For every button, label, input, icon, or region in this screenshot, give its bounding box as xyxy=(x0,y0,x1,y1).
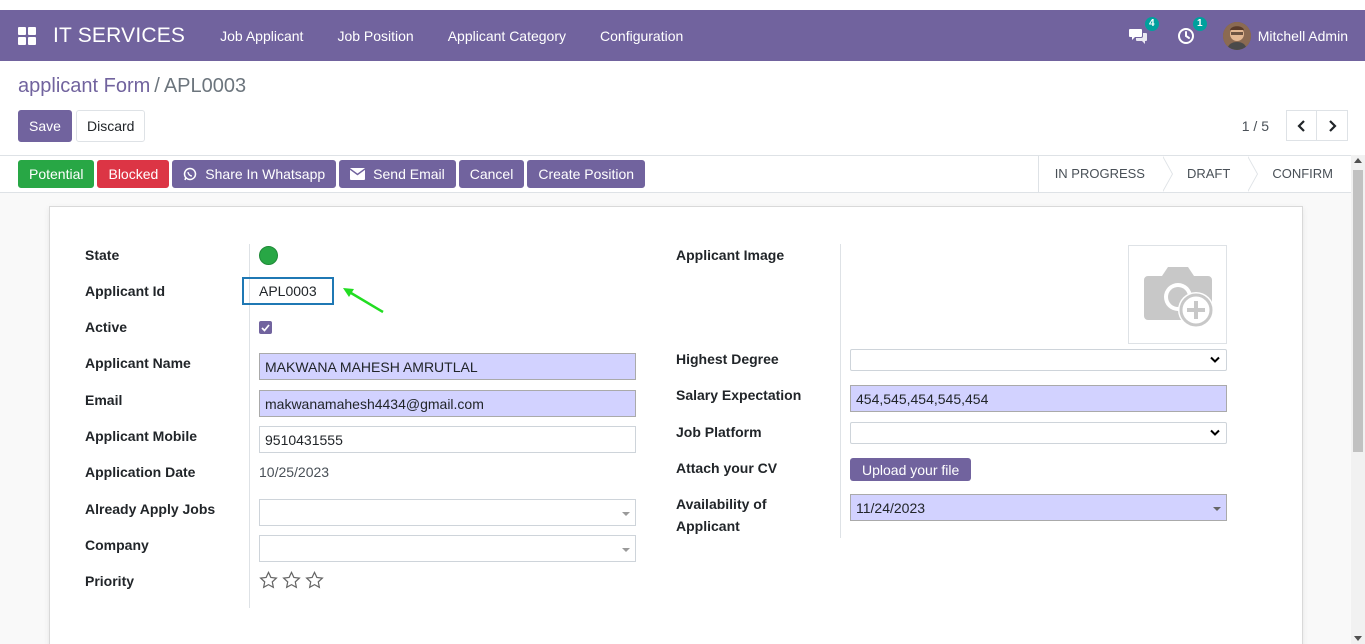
applicant-id-label: Applicant Id xyxy=(85,283,166,299)
email-input[interactable]: makwanamahesh4434@gmail.com xyxy=(259,390,636,417)
chevron-down-icon xyxy=(1210,356,1220,363)
pager-buttons xyxy=(1286,110,1348,141)
breadcrumb-parent-link[interactable]: applicant Form xyxy=(18,75,150,97)
applicant-name-input[interactable]: MAKWANA MAHESH AMRUTLAL xyxy=(259,353,636,380)
stage-draft[interactable]: DRAFT xyxy=(1163,156,1259,192)
messages-count-badge: 4 xyxy=(1144,16,1159,31)
applicant-mobile-input[interactable]: 9510431555 xyxy=(259,426,636,453)
create-position-button[interactable]: Create Position xyxy=(527,160,646,188)
pager-next-button[interactable] xyxy=(1317,110,1348,141)
form-statusbar: Potential Blocked Share In Whatsapp Send… xyxy=(0,155,1351,193)
applicant-image-upload[interactable] xyxy=(1128,245,1227,344)
save-button[interactable]: Save xyxy=(18,110,72,142)
application-date-label: Application Date xyxy=(85,464,196,480)
priority-stars xyxy=(259,571,324,589)
chevron-right-icon xyxy=(1329,119,1337,132)
share-whatsapp-button[interactable]: Share In Whatsapp xyxy=(172,160,337,188)
camera-plus-icon xyxy=(1143,266,1214,328)
salary-expectation-label: Salary Expectation xyxy=(676,387,802,403)
state-label: State xyxy=(85,247,120,263)
breadcrumb-separator: / xyxy=(154,75,160,97)
user-avatar[interactable] xyxy=(1222,21,1251,50)
stage-pipeline: IN PROGRESS DRAFT CONFIRM xyxy=(1037,156,1351,192)
send-email-button[interactable]: Send Email xyxy=(339,160,456,188)
availability-date-value: 11/24/2023 xyxy=(856,499,926,516)
already-apply-jobs-select[interactable] xyxy=(259,499,636,526)
avatar-image xyxy=(1222,21,1251,50)
main-navbar: IT SERVICES Job Applicant Job Position A… xyxy=(0,10,1365,61)
priority-label: Priority xyxy=(85,573,135,589)
chevron-down-icon xyxy=(622,548,630,552)
already-apply-jobs-label: Already Apply Jobs xyxy=(85,501,216,517)
clock-icon xyxy=(1177,27,1194,44)
state-indicator[interactable] xyxy=(259,246,278,265)
highest-degree-select[interactable] xyxy=(850,349,1227,371)
scroll-down-arrow[interactable] xyxy=(1354,636,1362,641)
breadcrumb: applicant Form / APL0003 xyxy=(18,75,246,98)
application-date-value: 10/25/2023 xyxy=(259,464,330,480)
job-platform-select[interactable] xyxy=(850,422,1227,444)
blocked-button[interactable]: Blocked xyxy=(97,160,170,188)
star-icon[interactable] xyxy=(305,571,324,589)
check-icon xyxy=(261,323,270,332)
chevron-down-icon xyxy=(622,512,630,516)
availability-date-input[interactable]: 11/24/2023 xyxy=(850,494,1227,521)
active-checkbox[interactable] xyxy=(259,321,272,334)
pager-value[interactable]: 1 / 5 xyxy=(1242,118,1269,134)
activities-count-badge: 1 xyxy=(1192,16,1207,31)
user-name[interactable]: Mitchell Admin xyxy=(1258,28,1348,44)
discard-button[interactable]: Discard xyxy=(76,110,146,142)
menu-job-applicant[interactable]: Job Applicant xyxy=(203,28,320,44)
vertical-scrollbar[interactable] xyxy=(1351,155,1365,644)
chevron-down-icon xyxy=(1210,429,1220,436)
potential-button[interactable]: Potential xyxy=(18,160,95,188)
chevron-left-icon xyxy=(1296,119,1305,132)
envelope-icon xyxy=(350,168,366,180)
star-icon[interactable] xyxy=(282,571,301,589)
company-select[interactable] xyxy=(259,535,636,562)
salary-expectation-input[interactable]: 454,545,454,545,454 xyxy=(850,385,1227,412)
breadcrumb-current: APL0003 xyxy=(163,75,247,97)
pager-previous-button[interactable] xyxy=(1286,110,1317,141)
menu-applicant-category[interactable]: Applicant Category xyxy=(431,28,583,44)
star-icon[interactable] xyxy=(259,571,278,589)
job-platform-label: Job Platform xyxy=(676,424,762,440)
scroll-thumb[interactable] xyxy=(1353,170,1363,452)
applicant-image-label: Applicant Image xyxy=(676,247,785,263)
messages-button[interactable]: 4 xyxy=(1127,16,1159,47)
availability-label-line2: Applicant xyxy=(676,518,740,534)
share-whatsapp-label: Share In Whatsapp xyxy=(205,166,326,182)
right-group-separator xyxy=(840,244,841,538)
cancel-button[interactable]: Cancel xyxy=(458,160,525,188)
activities-button[interactable]: 1 xyxy=(1175,16,1207,47)
chevron-down-icon xyxy=(1213,507,1221,511)
menu-job-position[interactable]: Job Position xyxy=(320,28,430,44)
send-email-label: Send Email xyxy=(373,166,445,182)
apps-grid-icon[interactable] xyxy=(18,26,36,45)
whatsapp-icon xyxy=(183,167,197,181)
attach-cv-label: Attach your CV xyxy=(676,460,778,476)
stage-in-progress[interactable]: IN PROGRESS xyxy=(1039,156,1174,192)
applicant-name-label: Applicant Name xyxy=(85,355,191,371)
stage-confirm[interactable]: CONFIRM xyxy=(1248,156,1351,192)
upload-file-button[interactable]: Upload your file xyxy=(850,458,972,481)
applicant-id-value: APL0003 xyxy=(259,283,317,299)
menu-configuration[interactable]: Configuration xyxy=(583,28,700,44)
annotation-arrow-icon xyxy=(343,288,384,314)
chat-icon xyxy=(1128,28,1147,44)
active-label: Active xyxy=(85,319,128,335)
app-brand[interactable]: IT SERVICES xyxy=(53,24,185,48)
availability-label-line1: Availability of xyxy=(676,496,767,512)
scroll-up-arrow[interactable] xyxy=(1354,158,1362,163)
highest-degree-label: Highest Degree xyxy=(676,351,779,367)
company-label: Company xyxy=(85,537,149,553)
email-label: Email xyxy=(85,392,123,408)
applicant-mobile-label: Applicant Mobile xyxy=(85,428,197,444)
